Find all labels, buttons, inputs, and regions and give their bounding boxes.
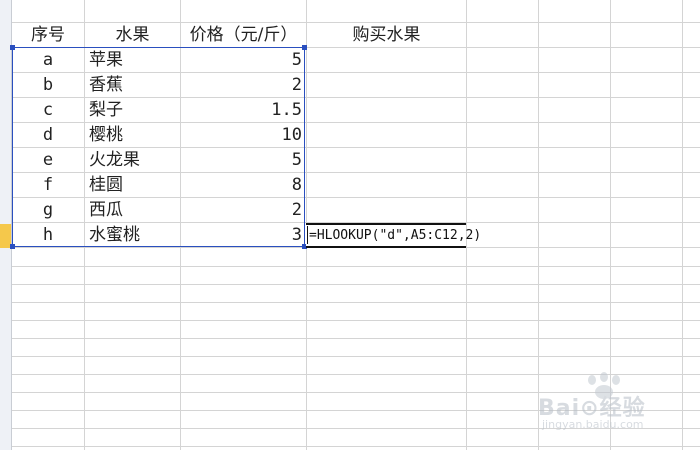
text-cursor [307,226,308,244]
baidu-watermark: Bai⊙经验 jingyan.baidu.com [530,372,680,442]
selection-handle[interactable] [302,45,307,50]
formula-edit-cell[interactable]: =HLOOKUP("d",A5:C12,2) [306,223,481,248]
header-cell-price[interactable]: 价格（元/斤） [181,23,306,48]
selection-handle[interactable] [10,45,15,50]
header-cell-fruit[interactable]: 水果 [85,23,180,48]
header-cell-buy[interactable]: 购买水果 [307,23,466,48]
selection-handle[interactable] [10,244,15,249]
range-selection-box [12,47,305,247]
watermark-url: jingyan.baidu.com [542,418,644,431]
header-cell-index[interactable]: 序号 [12,23,84,48]
